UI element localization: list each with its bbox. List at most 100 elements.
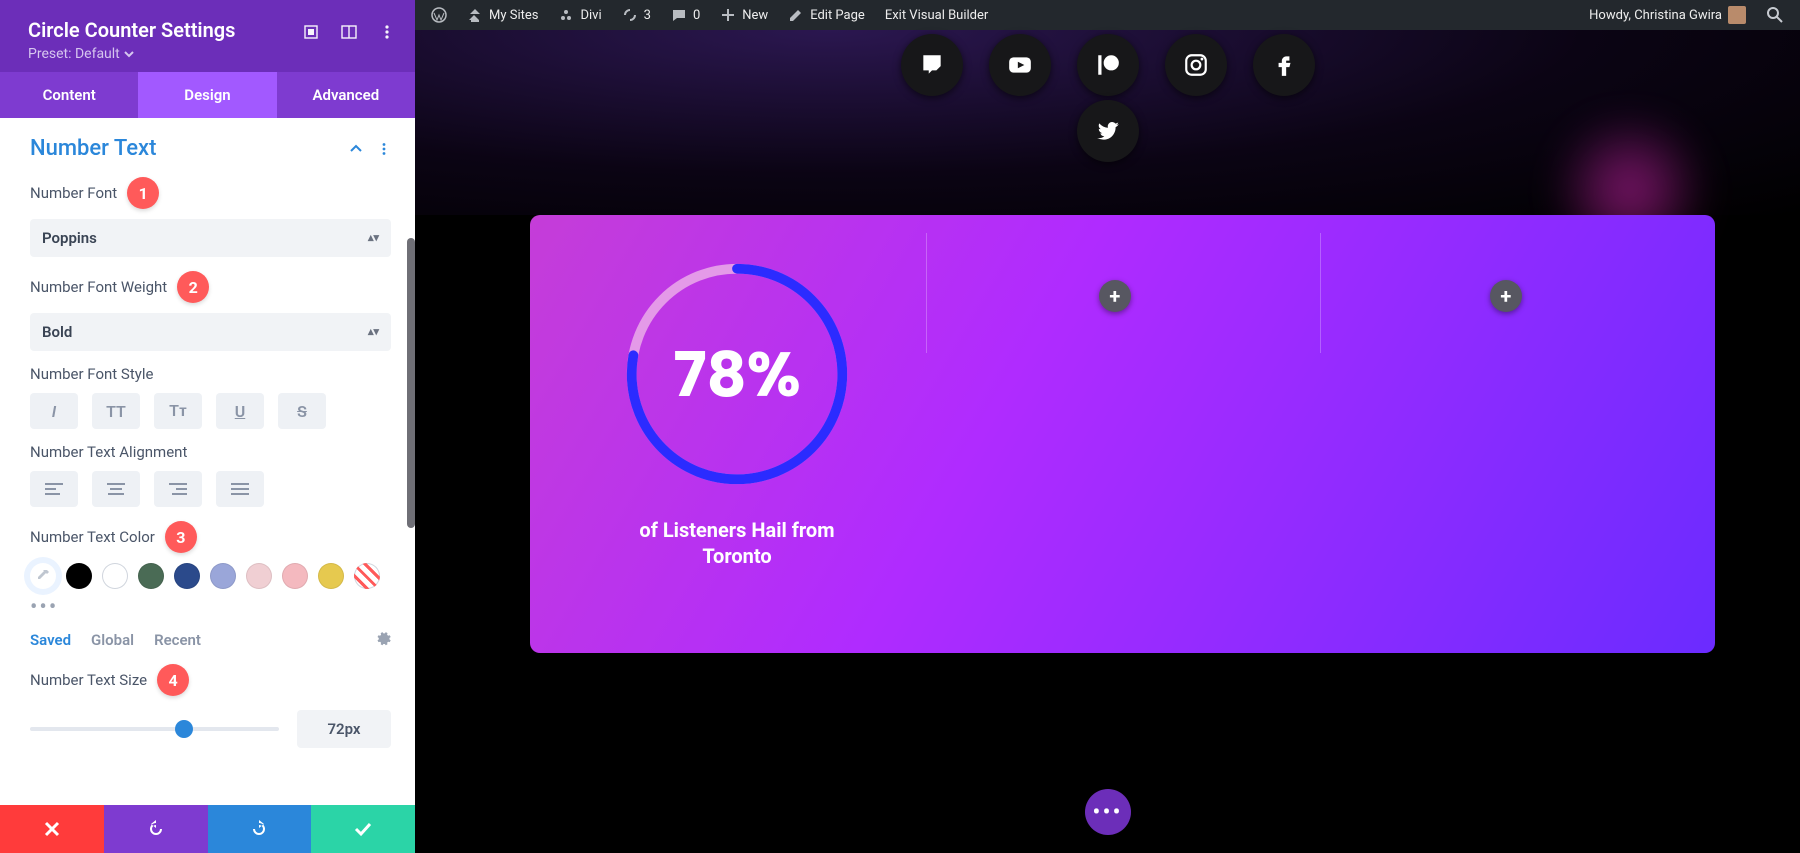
chevron-up-icon[interactable] — [349, 142, 363, 156]
panel-title: Circle Counter Settings — [28, 18, 235, 42]
label-text-size: Number Text Size 4 — [30, 664, 391, 696]
badge-4: 4 — [157, 664, 189, 696]
color-swatches — [30, 563, 391, 589]
slider-thumb[interactable] — [175, 720, 193, 738]
style-uppercase[interactable]: TT — [92, 393, 140, 429]
section-title: Number Text — [30, 136, 156, 161]
howdy-user[interactable]: Howdy, Christina Gwira — [1581, 6, 1754, 24]
align-left[interactable] — [30, 471, 78, 507]
wp-admin-bar: My Sites Divi 3 0 New Edit Page Exit Vis… — [415, 0, 1800, 30]
twitch-icon[interactable] — [901, 34, 963, 96]
swatch-navy[interactable] — [174, 563, 200, 589]
instagram-icon[interactable] — [1165, 34, 1227, 96]
font-select[interactable]: Poppins ▴▾ — [30, 219, 391, 257]
swatch-gold[interactable] — [318, 563, 344, 589]
color-tab-recent[interactable]: Recent — [154, 631, 201, 649]
panel-header: Circle Counter Settings Preset: Default — [0, 0, 415, 72]
youtube-icon[interactable] — [989, 34, 1051, 96]
counter-caption: of Listeners Hail fromToronto — [620, 517, 854, 569]
font-style-buttons: I TT Tᴛ U S — [30, 393, 391, 429]
tab-content[interactable]: Content — [0, 72, 138, 118]
scrollbar-thumb[interactable] — [407, 238, 415, 528]
swatch-periwinkle[interactable] — [210, 563, 236, 589]
save-button[interactable] — [311, 805, 415, 853]
color-tab-global[interactable]: Global — [91, 631, 134, 649]
swatch-transparent[interactable] — [354, 563, 380, 589]
swatch-pink[interactable] — [282, 563, 308, 589]
wp-logo[interactable] — [423, 7, 455, 23]
kebab-icon[interactable] — [377, 142, 391, 156]
eyedropper-icon — [36, 569, 50, 583]
builder-fab[interactable]: ••• — [1085, 789, 1131, 835]
align-right[interactable] — [154, 471, 202, 507]
tab-advanced[interactable]: Advanced — [277, 72, 415, 118]
close-button[interactable] — [0, 805, 104, 853]
preset-dropdown[interactable]: Preset: Default — [28, 46, 235, 62]
style-italic[interactable]: I — [30, 393, 78, 429]
align-center[interactable] — [92, 471, 140, 507]
style-strike[interactable]: S — [278, 393, 326, 429]
tab-design[interactable]: Design — [138, 72, 276, 118]
badge-3: 3 — [165, 521, 197, 553]
size-slider[interactable] — [30, 727, 279, 731]
site-divi[interactable]: Divi — [550, 7, 609, 23]
column-separator — [926, 233, 927, 353]
twitter-icon[interactable] — [1077, 100, 1139, 162]
comments[interactable]: 0 — [663, 7, 708, 23]
undo-button[interactable] — [104, 805, 208, 853]
panel-tabs: Content Design Advanced — [0, 72, 415, 118]
font-select-value: Poppins — [42, 229, 97, 247]
add-module-button[interactable]: + — [1099, 280, 1131, 312]
align-justify[interactable] — [216, 471, 264, 507]
settings-panel: Circle Counter Settings Preset: Default … — [0, 0, 415, 853]
redo-button[interactable] — [208, 805, 312, 853]
new[interactable]: New — [712, 7, 776, 23]
label-number-font: Number Font 1 — [30, 177, 391, 209]
my-sites[interactable]: My Sites — [459, 7, 546, 23]
patreon-icon[interactable] — [1077, 34, 1139, 96]
alignment-buttons — [30, 471, 391, 507]
swatch-black[interactable] — [66, 563, 92, 589]
panel-footer — [0, 805, 415, 853]
swatch-eyedropper[interactable] — [30, 563, 56, 589]
chevron-down-icon — [124, 49, 134, 59]
section-header[interactable]: Number Text — [30, 136, 391, 161]
label-number-font-style: Number Font Style — [30, 365, 391, 383]
swatch-blush[interactable] — [246, 563, 272, 589]
expand-icon[interactable] — [303, 24, 319, 40]
facebook-icon[interactable] — [1253, 34, 1315, 96]
swatch-green[interactable] — [138, 563, 164, 589]
size-input[interactable] — [297, 710, 391, 748]
circle-counter[interactable]: 78% of Listeners Hail fromToronto — [620, 257, 854, 569]
exit-visual-builder[interactable]: Exit Visual Builder — [877, 8, 996, 23]
badge-2: 2 — [177, 271, 209, 303]
stage-column-1: 78% of Listeners Hail fromToronto — [530, 215, 926, 653]
kebab-icon[interactable] — [379, 24, 395, 40]
weight-select[interactable]: Bold ▴▾ — [30, 313, 391, 351]
weight-select-value: Bold — [42, 323, 72, 341]
search-icon[interactable] — [1758, 6, 1792, 24]
column-separator — [1320, 233, 1321, 353]
panel-body: Number Text Number Font 1 Poppins ▴▾ Num… — [0, 118, 415, 805]
style-smallcaps[interactable]: Tᴛ — [154, 393, 202, 429]
badge-1: 1 — [127, 177, 159, 209]
percent-value: 78% — [620, 257, 854, 491]
updates[interactable]: 3 — [614, 7, 659, 23]
gear-icon[interactable] — [375, 630, 391, 650]
label-number-font-weight: Number Font Weight 2 — [30, 271, 391, 303]
style-underline[interactable]: U — [216, 393, 264, 429]
gradient-stage: 78% of Listeners Hail fromToronto + + — [530, 215, 1715, 653]
social-row — [758, 30, 1458, 96]
updown-icon: ▴▾ — [368, 235, 379, 241]
label-text-color: Number Text Color 3 — [30, 521, 391, 553]
label-text-alignment: Number Text Alignment — [30, 443, 391, 461]
edit-page[interactable]: Edit Page — [780, 7, 873, 23]
color-tab-saved[interactable]: Saved — [30, 631, 71, 649]
columns-icon[interactable] — [341, 24, 357, 40]
preview-area: My Sites Divi 3 0 New Edit Page Exit Vis… — [415, 0, 1800, 853]
more-swatches-icon[interactable]: ••• — [30, 595, 391, 620]
color-tabs: Saved Global Recent — [30, 630, 391, 650]
preset-label: Preset: Default — [28, 46, 120, 62]
add-module-button[interactable]: + — [1490, 280, 1522, 312]
swatch-white[interactable] — [102, 563, 128, 589]
